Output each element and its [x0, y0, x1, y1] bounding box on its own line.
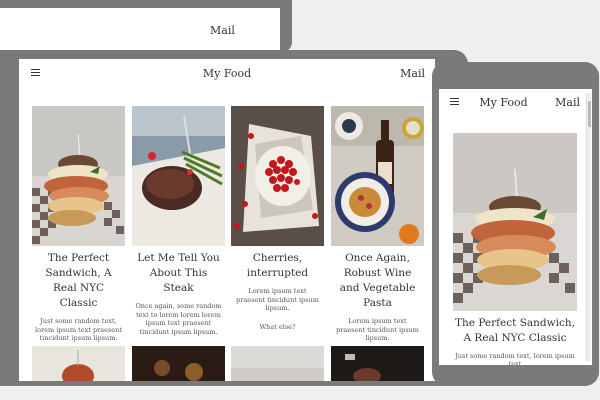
- card-title[interactable]: The Perfect Sandwich, A Real NYC Classic: [453, 316, 577, 346]
- card-description: Lorem ipsum text praesent tincidunt ipsu…: [236, 287, 319, 312]
- food-photo-tile[interactable]: [231, 346, 324, 381]
- food-photo-tile[interactable]: [32, 346, 125, 381]
- phone-screen: My Food Mail The Perfect Sandwich, A Rea…: [439, 89, 592, 365]
- sandwich-photo[interactable]: [32, 106, 125, 246]
- card-title[interactable]: Cherries, interrupted: [231, 251, 324, 281]
- recipe-card-sandwich[interactable]: The Perfect Sandwich, A Real NYC Classic…: [453, 133, 577, 365]
- food-photo-tile[interactable]: [331, 346, 424, 381]
- phone-device-frame: My Food Mail The Perfect Sandwich, A Rea…: [432, 62, 599, 386]
- card-description: Lorem ipsum text praesent tincidunt ipsu…: [336, 317, 419, 342]
- recipe-card-cherries[interactable]: Cherries, interrupted Lorem ipsum text p…: [231, 106, 324, 331]
- scrollbar-thumb[interactable]: [588, 101, 591, 127]
- card-description: Just some random text, lorem ipsum text: [455, 352, 575, 365]
- card-title[interactable]: Once Again, Robust Wine and Vegetable Pa…: [331, 251, 424, 311]
- phone-mail-link[interactable]: Mail: [555, 96, 580, 109]
- tablet-device-frame: My Food Mail The Perfect Sandwich, A Rea…: [0, 50, 468, 386]
- card-title[interactable]: Let Me Tell You About This Steak: [132, 251, 225, 296]
- phone-topbar: My Food Mail: [439, 89, 592, 119]
- tablet-topbar: My Food Mail: [19, 59, 435, 95]
- desktop-device-frame: Mail: [0, 0, 292, 52]
- desktop-mail-link[interactable]: Mail: [210, 24, 235, 37]
- recipe-card-steak[interactable]: Let Me Tell You About This Steak Once ag…: [132, 106, 225, 336]
- sandwich-photo[interactable]: [453, 133, 577, 311]
- card-description: Once again, some random text to lorem lo…: [135, 302, 222, 336]
- recipe-card-sandwich[interactable]: The Perfect Sandwich, A Real NYC Classic…: [32, 106, 125, 343]
- desktop-screen: Mail: [0, 8, 280, 52]
- card-title[interactable]: The Perfect Sandwich, A Real NYC Classic: [32, 251, 125, 311]
- steak-photo[interactable]: [132, 106, 225, 246]
- food-photo-tile[interactable]: [132, 346, 225, 381]
- cherries-photo[interactable]: [231, 106, 324, 246]
- wine-pasta-photo[interactable]: [331, 106, 424, 246]
- tablet-screen: My Food Mail The Perfect Sandwich, A Rea…: [19, 59, 435, 381]
- recipe-card-wine-pasta[interactable]: Once Again, Robust Wine and Vegetable Pa…: [331, 106, 424, 343]
- phone-scrollbar[interactable]: [586, 93, 591, 361]
- phone-brand-title[interactable]: My Food: [439, 96, 568, 109]
- card-extra-text: What else?: [259, 322, 296, 331]
- card-description: Just some random text, lorem ipsum text …: [35, 317, 122, 342]
- tablet-mail-link[interactable]: Mail: [400, 67, 425, 80]
- tablet-brand-title[interactable]: My Food: [19, 67, 435, 80]
